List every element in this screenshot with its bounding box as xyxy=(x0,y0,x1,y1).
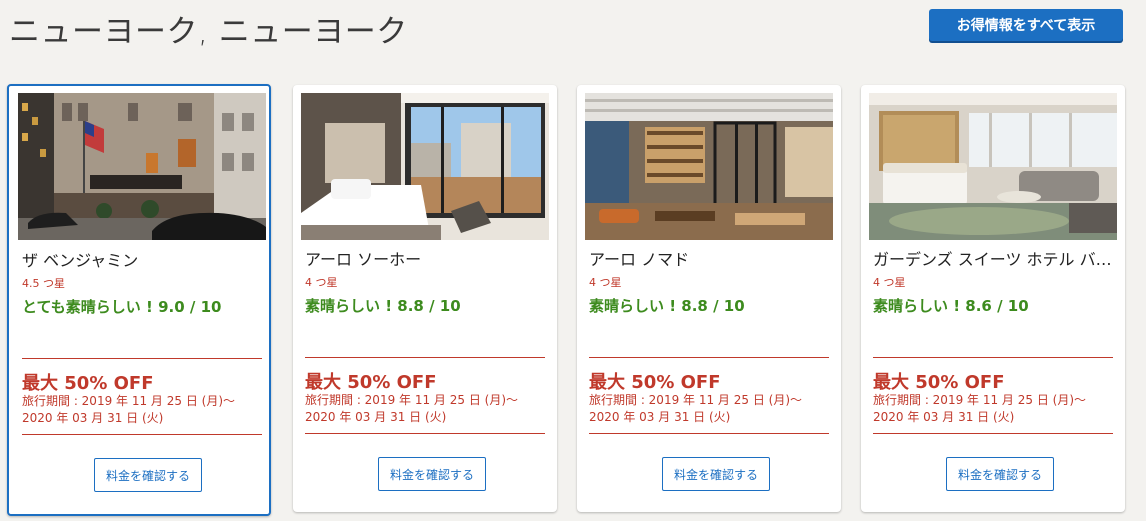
travel-period-end: 2020 年 03 月 31 日 (火) xyxy=(873,410,1015,424)
guest-rating: とても素晴らしい ! 9.0 / 10 xyxy=(22,298,222,316)
show-all-deals-button[interactable]: お得情報をすべて表示 xyxy=(929,9,1123,41)
travel-period-start: 旅行期間 : 2019 年 11 月 25 日 (月)～ xyxy=(22,394,236,408)
star-rating: 4 つ星 xyxy=(305,276,338,289)
travel-period-end: 2020 年 03 月 31 日 (火) xyxy=(305,410,447,424)
check-rates-button[interactable]: 料金を確認する xyxy=(946,457,1054,491)
travel-period-end: 2020 年 03 月 31 日 (火) xyxy=(589,410,731,424)
check-rates-button[interactable]: 料金を確認する xyxy=(378,457,486,491)
hotel-name[interactable]: アーロ ノマド xyxy=(589,246,829,270)
divider xyxy=(22,434,262,435)
divider xyxy=(873,357,1113,358)
hotel-card[interactable]: アーロ ノマド 4 つ星 素晴らしい ! 8.8 / 10 最大 50% OFF… xyxy=(577,85,841,512)
discount-label: 最大 50% OFF xyxy=(305,372,437,393)
page-title: ニューヨーク, ニューヨーク xyxy=(9,14,408,50)
hotel-name[interactable]: ザ ベンジャミン xyxy=(22,247,262,271)
guest-rating: 素晴らしい ! 8.8 / 10 xyxy=(589,297,745,315)
guest-rating: 素晴らしい ! 8.8 / 10 xyxy=(305,297,461,315)
guest-rating: 素晴らしい ! 8.6 / 10 xyxy=(873,297,1029,315)
divider xyxy=(589,357,829,358)
travel-period-start: 旅行期間 : 2019 年 11 月 25 日 (月)～ xyxy=(873,393,1087,407)
hotel-photo[interactable] xyxy=(18,93,266,240)
star-rating: 4 つ星 xyxy=(873,276,906,289)
divider xyxy=(22,358,262,359)
check-rates-button[interactable]: 料金を確認する xyxy=(94,458,202,492)
discount-label: 最大 50% OFF xyxy=(22,373,154,394)
travel-period-start: 旅行期間 : 2019 年 11 月 25 日 (月)～ xyxy=(589,393,803,407)
check-rates-button[interactable]: 料金を確認する xyxy=(662,457,770,491)
hotel-name[interactable]: アーロ ソーホー xyxy=(305,246,545,270)
hotel-card[interactable]: ガーデンズ スイーツ ホテル バ… 4 つ星 素晴らしい ! 8.6 / 10 … xyxy=(861,85,1125,512)
hotel-photo[interactable] xyxy=(869,93,1117,240)
hotel-card[interactable]: ザ ベンジャミン 4.5 つ星 とても素晴らしい ! 9.0 / 10 最大 5… xyxy=(7,84,271,516)
travel-period-end: 2020 年 03 月 31 日 (火) xyxy=(22,411,164,425)
divider xyxy=(589,433,829,434)
divider xyxy=(305,433,545,434)
discount-label: 最大 50% OFF xyxy=(589,372,721,393)
divider xyxy=(873,433,1113,434)
discount-label: 最大 50% OFF xyxy=(873,372,1005,393)
travel-period-start: 旅行期間 : 2019 年 11 月 25 日 (月)～ xyxy=(305,393,519,407)
star-rating: 4 つ星 xyxy=(589,276,622,289)
divider xyxy=(305,357,545,358)
hotel-photo[interactable] xyxy=(585,93,833,240)
hotel-photo[interactable] xyxy=(301,93,549,240)
hotel-card[interactable]: アーロ ソーホー 4 つ星 素晴らしい ! 8.8 / 10 最大 50% OF… xyxy=(293,85,557,512)
hotel-name[interactable]: ガーデンズ スイーツ ホテル バ… xyxy=(873,246,1113,270)
star-rating: 4.5 つ星 xyxy=(22,277,65,290)
